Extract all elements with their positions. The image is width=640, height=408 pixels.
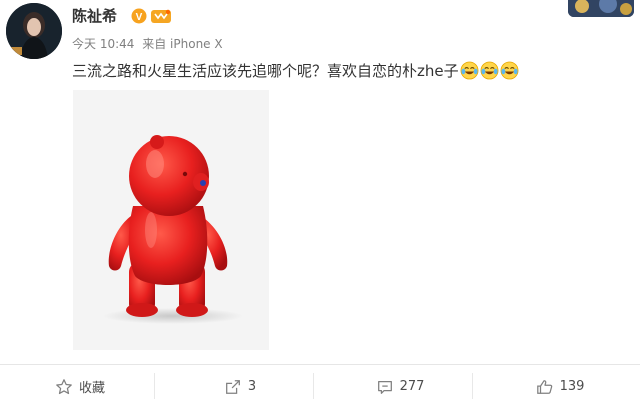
post-text: 三流之路和火星生活应该先追哪个呢？喜欢自恋的朴zhe子 — [72, 60, 519, 86]
comment-button[interactable]: 277 — [320, 365, 480, 408]
like-count: 139 — [559, 379, 585, 394]
avatar-image — [6, 3, 62, 59]
post-time[interactable]: 今天 10:44 — [72, 37, 134, 51]
comment-icon — [377, 380, 392, 394]
card-decoration — [568, 0, 634, 17]
post-image[interactable] — [73, 90, 269, 350]
like-button[interactable]: 139 — [480, 365, 640, 408]
post-text-content: 三流之路和火星生活应该先追哪个呢？喜欢自恋的朴zhe子 — [72, 62, 459, 80]
verified-badge-icon: V — [131, 8, 147, 24]
action-bar: 收藏 3 277 139 — [0, 365, 640, 408]
laugh-cry-emoji-icon — [500, 61, 519, 86]
repost-button[interactable]: 3 — [160, 365, 320, 408]
username[interactable]: 陈祉希 — [72, 6, 117, 26]
action-separator — [472, 373, 473, 399]
thumbs-up-icon — [536, 379, 552, 394]
repost-icon — [225, 379, 240, 394]
post-source[interactable]: 来自 iPhone X — [142, 37, 222, 51]
star-icon — [56, 378, 72, 394]
action-separator — [313, 373, 314, 399]
favorite-button[interactable]: 收藏 — [0, 365, 160, 408]
favorite-label: 收藏 — [78, 381, 105, 396]
laugh-cry-emoji-icon — [460, 61, 479, 86]
svg-text:V: V — [136, 12, 143, 23]
post-meta: 今天 10:44 来自 iPhone X — [72, 36, 227, 52]
red-bear-image — [73, 90, 269, 350]
avatar[interactable] — [6, 3, 62, 59]
member-level-icon — [151, 9, 171, 23]
comment-count: 277 — [399, 379, 425, 394]
repost-count: 3 — [247, 379, 257, 394]
laugh-cry-emoji-icon — [480, 61, 499, 86]
action-separator — [154, 373, 155, 399]
